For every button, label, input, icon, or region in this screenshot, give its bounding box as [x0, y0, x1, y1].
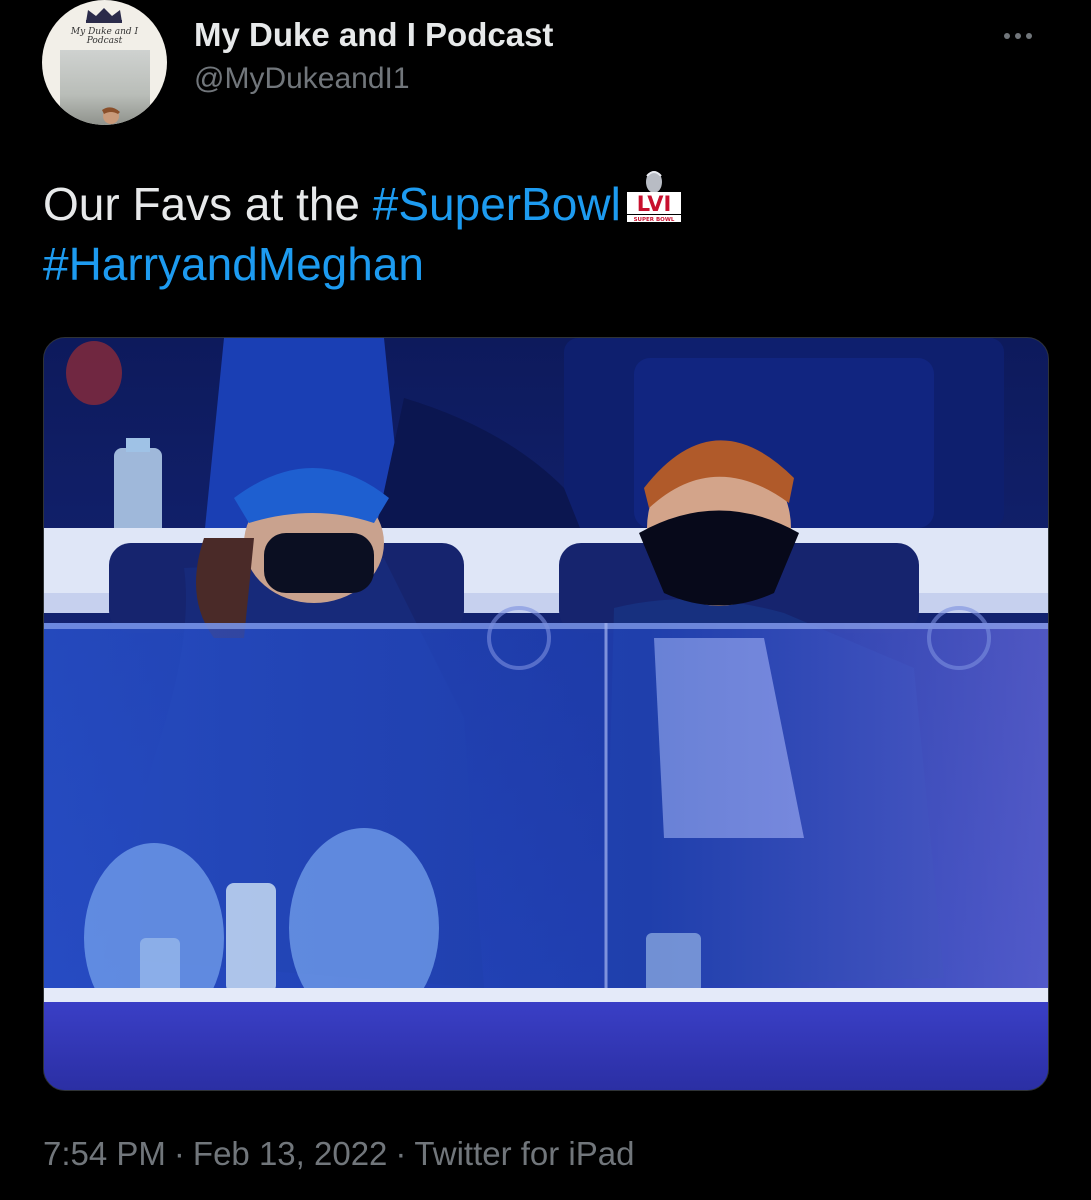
person-silhouette-icon — [123, 120, 145, 125]
tweet-header: My Duke and I Podcast My Duke and I Podc… — [42, 0, 1052, 125]
stadium-suite-photo — [44, 338, 1048, 1090]
avatar-logo-text: My Duke and I Podcast — [70, 27, 139, 46]
handle[interactable]: @MyDukeandI1 — [194, 59, 553, 99]
tweet-text-body: Our Favs at the — [43, 178, 373, 230]
tweet-meta: 7:54 PM · Feb 13, 2022 · Twitter for iPad — [43, 1134, 634, 1174]
dot-icon — [1015, 33, 1021, 39]
crown-icon — [86, 8, 122, 23]
tweet-text: Our Favs at the #SuperBowl LVI SUPER BOW… — [43, 170, 1043, 294]
super-bowl-lvi-logo-icon: LVI SUPER BOWL — [626, 171, 681, 223]
tweet-photo[interactable] — [43, 337, 1049, 1091]
avatar-photo — [60, 50, 150, 125]
sb-logo-subtext: SUPER BOWL — [633, 217, 674, 223]
more-options-button[interactable] — [1004, 26, 1044, 46]
hashtag-superbowl-link[interactable]: #SuperBowl — [373, 178, 621, 230]
tweet-time[interactable]: 7:54 PM — [43, 1135, 166, 1172]
tweet-date[interactable]: Feb 13, 2022 — [193, 1135, 388, 1172]
sb-logo-text: LVI — [637, 192, 672, 216]
hashtag-harryandmeghan-link[interactable]: #HarryandMeghan — [43, 238, 424, 290]
tweet-source-link[interactable]: Twitter for iPad — [414, 1135, 634, 1172]
avatar[interactable]: My Duke and I Podcast — [42, 0, 167, 125]
dot-icon — [1026, 33, 1032, 39]
dot-icon — [1004, 33, 1010, 39]
display-name[interactable]: My Duke and I Podcast — [194, 15, 553, 55]
separator: · — [395, 1135, 407, 1172]
separator: · — [173, 1135, 185, 1172]
